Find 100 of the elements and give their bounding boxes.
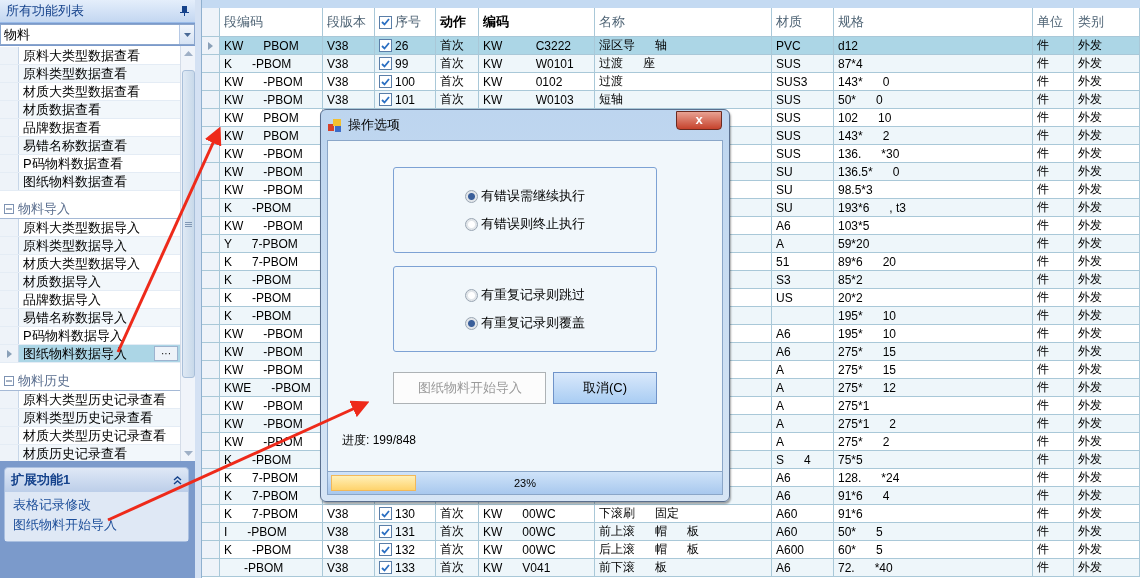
table-cell: 195* 10 (838, 326, 897, 341)
table-cell: 外发 (1078, 325, 1102, 342)
table-cell: KW 00WC (483, 524, 556, 539)
table-cell: 193*6 , t3 (838, 200, 907, 215)
table-cell: SUS3 (776, 74, 808, 89)
table-cell: 72. *40 (838, 560, 893, 575)
table-cell: 件 (1037, 379, 1049, 396)
table-cell: 首次 (440, 55, 464, 72)
table-cell: 外发 (1078, 397, 1102, 414)
table-cell: 外发 (1078, 181, 1102, 198)
table-cell: 外发 (1078, 505, 1102, 522)
table-cell: 91*6 (838, 506, 863, 521)
table-cell: 首次 (440, 523, 464, 540)
table-cell: 外发 (1078, 541, 1102, 558)
table-cell: 75*5 (838, 452, 863, 467)
table-cell: 101 (395, 92, 416, 107)
table-cell: K 7-PBOM (224, 254, 298, 269)
table-cell: V38 (327, 56, 349, 71)
table-cell: 87*4 (838, 56, 863, 71)
table-cell: 133 (395, 560, 416, 575)
table-cell: KW -PBOM (224, 164, 303, 179)
table-cell: A6 (776, 560, 791, 575)
table-cell: K -PBOM (224, 452, 292, 467)
table-cell: KW V041 (483, 560, 551, 575)
table-cell: V38 (327, 38, 349, 53)
table-cell: 外发 (1078, 163, 1102, 180)
table-cell: 275* 15 (838, 362, 897, 377)
table-cell: 外发 (1078, 271, 1102, 288)
table-cell: 件 (1037, 253, 1049, 270)
table-cell: 128. *24 (838, 470, 900, 485)
table-cell: 件 (1037, 37, 1049, 54)
table-cell: KW -PBOM (224, 218, 303, 233)
panel-title: 所有功能列表 (0, 0, 195, 23)
table-cell: 外发 (1078, 145, 1102, 162)
table-cell: 外发 (1078, 55, 1102, 72)
progress-text: 进度: 199/848 (342, 432, 417, 449)
table-cell: V38 (327, 542, 349, 557)
table-cell: 外发 (1078, 433, 1102, 450)
table-cell: 件 (1037, 289, 1049, 306)
table-cell: 外发 (1078, 73, 1102, 90)
table-cell: 首次 (440, 73, 464, 90)
table-cell: SU (776, 182, 793, 197)
table-cell: 98.5*3 (838, 182, 873, 197)
table-cell: 132 (395, 542, 416, 557)
table-cell: 湿区导 轴 (599, 37, 667, 54)
table-cell: KW W0101 (483, 56, 574, 71)
table-cell: A (776, 398, 784, 413)
table-cell: 件 (1037, 505, 1049, 522)
table-cell: 后上滚 帽 板 (599, 541, 699, 558)
table-cell: 件 (1037, 325, 1049, 342)
table-cell: A (776, 236, 784, 251)
table-cell: 过渡 (599, 73, 623, 90)
table-cell: 件 (1037, 163, 1049, 180)
table-cell: A (776, 434, 784, 449)
table-cell: 136. *30 (838, 146, 900, 161)
table-cell: A (776, 416, 784, 431)
table-cell: KW PBOM (224, 128, 299, 143)
table-cell: KWE -PBOM (224, 380, 311, 395)
table-cell: 件 (1037, 415, 1049, 432)
table-cell: KW -PBOM (224, 74, 303, 89)
table-cell: 50* 5 (838, 524, 883, 539)
table-cell: 件 (1037, 145, 1049, 162)
table-cell: US (776, 290, 793, 305)
table-cell: KW -PBOM (224, 416, 303, 431)
table-cell: 外发 (1078, 523, 1102, 540)
table-cell: 过渡 座 (599, 55, 655, 72)
table-cell: KW -PBOM (224, 398, 303, 413)
table-cell: KW -PBOM (224, 362, 303, 377)
table-cell: K -PBOM (224, 56, 292, 71)
table-cell: 275* 12 (838, 380, 897, 395)
table-cell: 外发 (1078, 199, 1102, 216)
table-cell: 外发 (1078, 289, 1102, 306)
table-cell: SUS (776, 128, 801, 143)
table-cell: 件 (1037, 343, 1049, 360)
table-cell: PVC (776, 38, 801, 53)
table-cell: 首次 (440, 541, 464, 558)
table-cell: 首次 (440, 559, 464, 576)
table-cell: 外发 (1078, 379, 1102, 396)
table-cell: 件 (1037, 271, 1049, 288)
table-cell: 85*2 (838, 272, 863, 287)
table-cell: KW -PBOM (224, 326, 303, 341)
table-cell: SU (776, 164, 793, 179)
table-cell: A600 (776, 542, 805, 557)
table-cell: A60 (776, 506, 798, 521)
table-cell: 103*5 (838, 218, 870, 233)
table-cell: 前上滚 帽 板 (599, 523, 699, 540)
table-cell: 首次 (440, 505, 464, 522)
table-cell: I -PBOM (224, 524, 287, 539)
table-cell: 59*20 (838, 236, 870, 251)
table-cell: 50* 0 (838, 92, 883, 107)
table-cell: K -PBOM (224, 200, 292, 215)
table-cell: K 7-PBOM (224, 470, 298, 485)
table-cell: 件 (1037, 433, 1049, 450)
table-cell: 件 (1037, 109, 1049, 126)
table-cell: V38 (327, 92, 349, 107)
table-cell: A6 (776, 344, 791, 359)
table-cell: 件 (1037, 127, 1049, 144)
table-cell: A6 (776, 218, 791, 233)
table-cell: 件 (1037, 217, 1049, 234)
table-cell: KW 0102 (483, 74, 563, 89)
